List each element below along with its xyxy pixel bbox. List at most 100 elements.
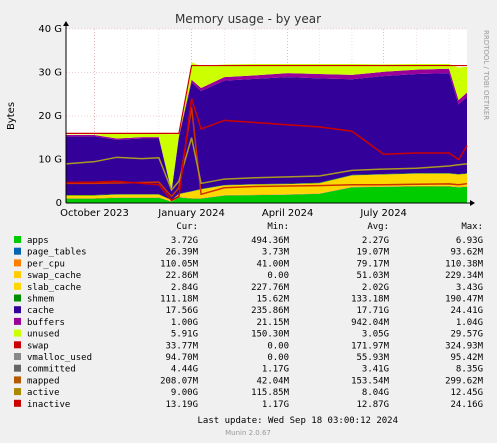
legend-avg-committed: 3.41G bbox=[362, 365, 389, 375]
legend-max-unused: 29.57G bbox=[450, 330, 483, 340]
rrdtool-watermark: RRDTOOL / TOBI OETIKER bbox=[482, 30, 490, 120]
legend-label-unused: unused bbox=[27, 330, 60, 340]
legend-max-inactive: 24.16G bbox=[450, 400, 483, 410]
legend-max-cache: 24.41G bbox=[450, 306, 483, 316]
legend-min-shmem: 15.62M bbox=[256, 295, 289, 305]
y-axis-label: Bytes bbox=[6, 102, 17, 130]
legend-cur-committed: 4.44G bbox=[171, 365, 198, 375]
legend-avg-vmalloc_used: 55.93M bbox=[356, 353, 389, 363]
legend-swatch-vmalloc_used bbox=[14, 353, 21, 360]
legend-max-mapped: 299.62M bbox=[445, 376, 484, 386]
legend-min-unused: 150.30M bbox=[251, 330, 290, 340]
legend-min-cache: 235.86M bbox=[251, 306, 290, 316]
legend-cur-unused: 5.91G bbox=[171, 330, 198, 340]
legend-swatch-per_cpu bbox=[14, 259, 21, 267]
x-tick-label: October 2023 bbox=[60, 208, 129, 219]
last-update: Last update: Wed Sep 18 03:00:12 2024 bbox=[198, 416, 398, 426]
y-tick-label: 40 G bbox=[38, 24, 62, 35]
legend-label-apps: apps bbox=[27, 236, 49, 246]
legend-min-vmalloc_used: 0.00 bbox=[267, 353, 289, 363]
legend-min-slab_cache: 227.76M bbox=[251, 283, 290, 293]
legend-avg-inactive: 12.87G bbox=[356, 400, 389, 410]
legend-avg-buffers: 942.04M bbox=[351, 318, 390, 328]
legend-cur-active: 9.00G bbox=[171, 388, 198, 398]
legend-max-per_cpu: 110.38M bbox=[445, 259, 484, 269]
legend-avg-unused: 3.05G bbox=[362, 330, 389, 340]
legend-label-swap_cache: swap_cache bbox=[27, 271, 81, 281]
legend-avg-cache: 17.71G bbox=[356, 306, 389, 316]
legend-swatch-shmem bbox=[14, 294, 21, 302]
legend-min-swap_cache: 0.00 bbox=[267, 271, 289, 281]
legend-label-vmalloc_used: vmalloc_used bbox=[27, 353, 92, 363]
legend-cur-vmalloc_used: 94.70M bbox=[165, 353, 198, 363]
legend-avg-per_cpu: 79.17M bbox=[356, 259, 389, 269]
legend-swatch-page_tables bbox=[14, 247, 21, 255]
y-axis-arrow bbox=[63, 21, 69, 26]
legend-min-mapped: 42.04M bbox=[256, 376, 289, 386]
legend-swatch-slab_cache bbox=[14, 282, 21, 290]
legend-avg-slab_cache: 2.02G bbox=[362, 283, 389, 293]
legend-header: Cur: bbox=[176, 222, 198, 232]
legend-max-buffers: 1.04G bbox=[456, 318, 483, 328]
legend-max-apps: 6.93G bbox=[456, 236, 483, 246]
legend-label-page_tables: page_tables bbox=[27, 248, 87, 258]
legend-swatch-swap_cache bbox=[14, 271, 21, 279]
legend-min-buffers: 21.15M bbox=[256, 318, 289, 328]
x-tick-label: January 2024 bbox=[157, 208, 225, 219]
legend-avg-active: 8.04G bbox=[362, 388, 389, 398]
y-tick-label: 20 G bbox=[38, 111, 62, 122]
legend-avg-mapped: 153.54M bbox=[351, 376, 390, 386]
legend-avg-swap_cache: 51.03M bbox=[356, 271, 389, 281]
legend-label-buffers: buffers bbox=[27, 318, 65, 328]
legend-cur-inactive: 13.19G bbox=[165, 400, 198, 410]
legend-cur-page_tables: 26.39M bbox=[165, 248, 198, 258]
munin-version: Munin 2.0.67 bbox=[225, 429, 271, 437]
legend-max-slab_cache: 3.43G bbox=[456, 283, 483, 293]
legend-avg-page_tables: 19.07M bbox=[356, 248, 389, 258]
y-tick-label: 30 G bbox=[38, 68, 62, 79]
legend-label-per_cpu: per_cpu bbox=[27, 259, 65, 269]
chart-title: Memory usage - by year bbox=[175, 12, 321, 26]
legend-swatch-active bbox=[14, 388, 21, 396]
legend-max-swap: 324.93M bbox=[445, 341, 484, 351]
legend-label-active: active bbox=[27, 388, 60, 398]
legend-label-inactive: inactive bbox=[27, 400, 70, 410]
legend-max-shmem: 190.47M bbox=[445, 295, 484, 305]
legend-min-page_tables: 3.73M bbox=[262, 248, 290, 258]
legend-avg-shmem: 133.18M bbox=[351, 295, 390, 305]
legend-swatch-committed bbox=[14, 364, 21, 372]
legend-cur-swap: 33.77M bbox=[165, 341, 198, 351]
legend-header: Avg: bbox=[367, 222, 389, 232]
memory-usage-chart: Memory usage - by year RRDTOOL / TOBI OE… bbox=[6, 12, 490, 437]
legend-max-committed: 8.35G bbox=[456, 365, 483, 375]
legend-swatch-buffers bbox=[14, 317, 21, 325]
legend-label-cache: cache bbox=[27, 306, 54, 316]
legend-min-active: 115.85M bbox=[251, 388, 290, 398]
legend-swatch-cache bbox=[14, 306, 21, 314]
legend-min-apps: 494.36M bbox=[251, 236, 290, 246]
legend-swatch-apps bbox=[14, 236, 21, 243]
legend-max-vmalloc_used: 95.42M bbox=[450, 353, 483, 363]
legend-header: Max: bbox=[461, 222, 483, 232]
legend-min-inactive: 1.17G bbox=[262, 400, 289, 410]
legend-label-mapped: mapped bbox=[27, 376, 60, 386]
legend-min-committed: 1.17G bbox=[262, 365, 289, 375]
legend-min-per_cpu: 41.00M bbox=[256, 259, 289, 269]
legend-cur-per_cpu: 110.05M bbox=[160, 259, 199, 269]
legend-cur-apps: 3.72G bbox=[171, 236, 198, 246]
legend: Cur: Min: Avg: Max: apps 3.72G 494.36M 2.27G 6.9… bbox=[14, 222, 484, 410]
legend-min-swap: 0.00 bbox=[267, 341, 289, 351]
legend-header: Min: bbox=[267, 222, 289, 232]
x-tick-label: April 2024 bbox=[262, 208, 313, 219]
legend-swatch-unused bbox=[14, 329, 21, 337]
legend-swatch-mapped bbox=[14, 376, 21, 384]
legend-label-slab_cache: slab_cache bbox=[27, 283, 81, 293]
legend-avg-apps: 2.27G bbox=[362, 236, 389, 246]
legend-avg-swap: 171.97M bbox=[351, 341, 390, 351]
y-tick-label: 10 G bbox=[38, 155, 62, 166]
legend-cur-mapped: 208.07M bbox=[160, 376, 199, 386]
legend-cur-swap_cache: 22.86M bbox=[165, 271, 198, 281]
legend-max-page_tables: 93.62M bbox=[450, 248, 483, 258]
legend-label-swap: swap bbox=[27, 341, 49, 351]
legend-max-active: 12.45G bbox=[450, 388, 483, 398]
